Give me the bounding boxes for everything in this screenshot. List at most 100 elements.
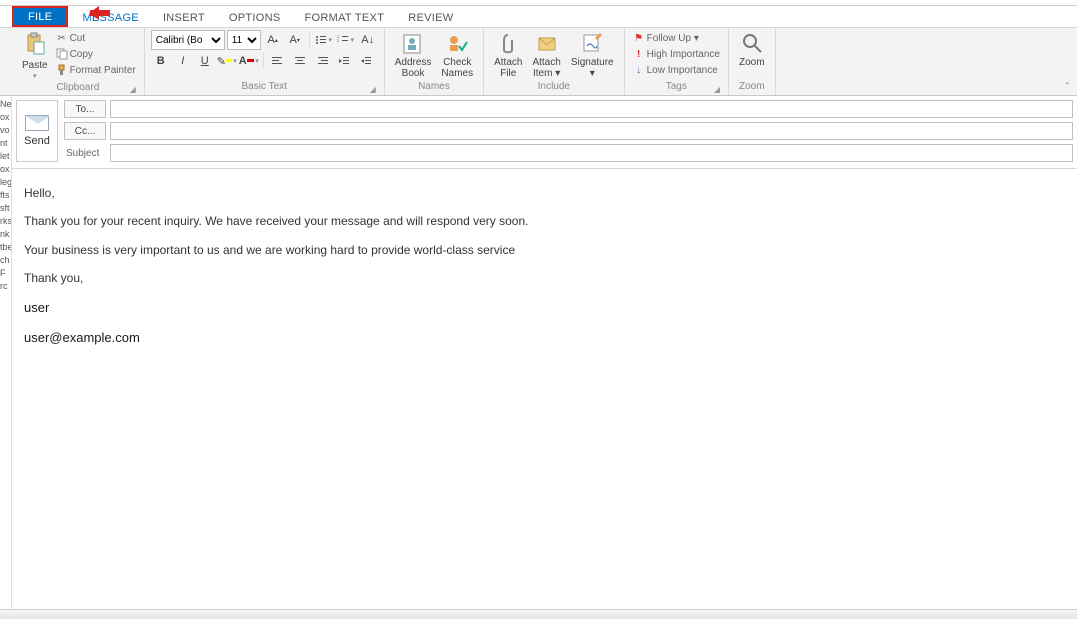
address-book-button[interactable]: Address Book [391, 30, 436, 81]
paste-button[interactable]: Paste ▾ [18, 30, 52, 82]
tags-dialog-launcher[interactable]: ◢ [712, 85, 722, 94]
body-line1: Thank you for your recent inquiry. We ha… [24, 211, 1065, 231]
clipboard-group-label: Clipboard [56, 82, 99, 93]
tab-options[interactable]: OPTIONS [217, 6, 293, 27]
cut-icon: ✂ [56, 32, 68, 44]
body-hello: Hello, [24, 183, 1065, 203]
tab-review[interactable]: REVIEW [396, 6, 465, 27]
paperclip-icon [498, 32, 518, 56]
attach-item-button[interactable]: Attach Item ▾ [528, 30, 564, 81]
zoom-label: Zoom [739, 57, 765, 68]
paste-label: Paste [22, 60, 48, 71]
sort-button[interactable]: A↓ [358, 31, 378, 49]
subject-label: Subject [64, 148, 106, 159]
paste-icon [25, 32, 45, 59]
subject-field[interactable] [110, 144, 1073, 162]
brush-icon [56, 64, 68, 76]
copy-label: Copy [70, 49, 93, 60]
zoom-icon [741, 32, 763, 56]
format-painter-button[interactable]: Format Painter [54, 62, 138, 78]
address-book-icon [401, 32, 425, 56]
flag-icon: ⚑ [633, 32, 645, 44]
high-importance-icon: ! [633, 48, 645, 60]
align-left-button[interactable] [268, 52, 288, 70]
include-group-label: Include [538, 81, 570, 92]
compose-area: Send To... Cc... Subject Hello, Thank yo… [12, 96, 1077, 609]
signature-label: Signature ▾ [571, 57, 614, 79]
signature-button[interactable]: Signature ▾ [567, 30, 618, 81]
copy-icon [56, 48, 68, 60]
tab-message[interactable]: MESSAGE [70, 6, 151, 27]
to-button[interactable]: To... [64, 100, 106, 118]
ribbon-collapse-button[interactable]: ˆ [1066, 82, 1069, 93]
font-name-select[interactable]: Calibri (Bo [151, 30, 225, 50]
clipboard-dialog-launcher[interactable]: ◢ [128, 85, 138, 94]
group-tags: ⚑ Follow Up ▾ ! High Importance ↓ Low Im… [625, 28, 729, 95]
tags-group-label: Tags [666, 81, 687, 92]
font-size-select[interactable]: 11 [227, 30, 261, 50]
numbering-button[interactable]: 12 [336, 31, 356, 49]
tab-insert[interactable]: INSERT [151, 6, 217, 27]
italic-button[interactable]: I [173, 52, 193, 70]
follow-up-label: Follow Up ▾ [647, 33, 699, 44]
send-label: Send [24, 135, 50, 147]
body-thanks: Thank you, [24, 268, 1065, 288]
attach-item-label: Attach Item ▾ [532, 57, 560, 79]
low-importance-label: Low Importance [647, 65, 718, 76]
attach-file-label: Attach File [494, 57, 522, 79]
envelope-icon [25, 115, 49, 131]
signature-icon [581, 32, 603, 56]
group-names: Address Book Check Names Names [385, 28, 484, 95]
align-right-button[interactable] [312, 52, 332, 70]
cut-button[interactable]: ✂ Cut [54, 30, 138, 46]
message-body[interactable]: Hello, Thank you for your recent inquiry… [12, 169, 1077, 609]
cc-button[interactable]: Cc... [64, 122, 106, 140]
zoom-group-label: Zoom [739, 81, 765, 92]
highlight-icon: ✎ [217, 55, 226, 68]
signature-email: user@example.com [24, 327, 1065, 349]
group-include: Attach File Attach Item ▾ Signature ▾ In… [484, 28, 625, 95]
tab-format-text[interactable]: FORMAT TEXT [293, 6, 397, 27]
format-painter-label: Format Painter [70, 65, 136, 76]
attach-file-button[interactable]: Attach File [490, 30, 526, 81]
basic-text-group-label: Basic Text [242, 81, 287, 92]
message-header: Send To... Cc... Subject [12, 96, 1077, 169]
ribbon-tabs: FILE MESSAGE INSERT OPTIONS FORMAT TEXT … [0, 6, 1077, 28]
underline-button[interactable]: U [195, 52, 215, 70]
window-footer [0, 609, 1077, 619]
align-center-button[interactable] [290, 52, 310, 70]
group-basic-text: Calibri (Bo 11 A▴ A▾ 12 A↓ B I U ✎ A [145, 28, 385, 95]
ribbon: Paste ▾ ✂ Cut Copy Form [0, 28, 1077, 96]
check-names-label: Check Names [441, 57, 473, 79]
tab-file[interactable]: FILE [12, 6, 68, 27]
font-color-button[interactable]: A [239, 52, 259, 70]
cc-field[interactable] [110, 122, 1073, 140]
nav-pane-sliver: NeoxvontletoxlegftssftrksnktbechFrc [0, 96, 12, 609]
high-importance-button[interactable]: ! High Importance [631, 46, 722, 62]
check-names-button[interactable]: Check Names [437, 30, 477, 81]
signature-name: user [24, 297, 1065, 319]
low-importance-icon: ↓ [633, 64, 645, 76]
body-line2: Your business is very important to us an… [24, 240, 1065, 260]
high-importance-label: High Importance [647, 49, 720, 60]
copy-button[interactable]: Copy [54, 46, 138, 62]
shrink-font-button[interactable]: A▾ [285, 31, 305, 49]
grow-font-button[interactable]: A▴ [263, 31, 283, 49]
names-group-label: Names [418, 81, 450, 92]
attach-item-icon [536, 32, 558, 56]
bold-button[interactable]: B [151, 52, 171, 70]
increase-indent-button[interactable] [356, 52, 376, 70]
group-clipboard: Paste ▾ ✂ Cut Copy Form [12, 28, 145, 95]
svg-text:2: 2 [337, 38, 340, 43]
follow-up-button[interactable]: ⚑ Follow Up ▾ [631, 30, 722, 46]
zoom-button[interactable]: Zoom [735, 30, 769, 70]
decrease-indent-button[interactable] [334, 52, 354, 70]
group-zoom: Zoom Zoom [729, 28, 776, 95]
bullets-button[interactable] [314, 31, 334, 49]
low-importance-button[interactable]: ↓ Low Importance [631, 62, 722, 78]
send-button[interactable]: Send [16, 100, 58, 162]
to-field[interactable] [110, 100, 1073, 118]
highlight-button[interactable]: ✎ [217, 52, 237, 70]
cut-label: Cut [70, 33, 86, 44]
basic-text-dialog-launcher[interactable]: ◢ [368, 85, 378, 94]
